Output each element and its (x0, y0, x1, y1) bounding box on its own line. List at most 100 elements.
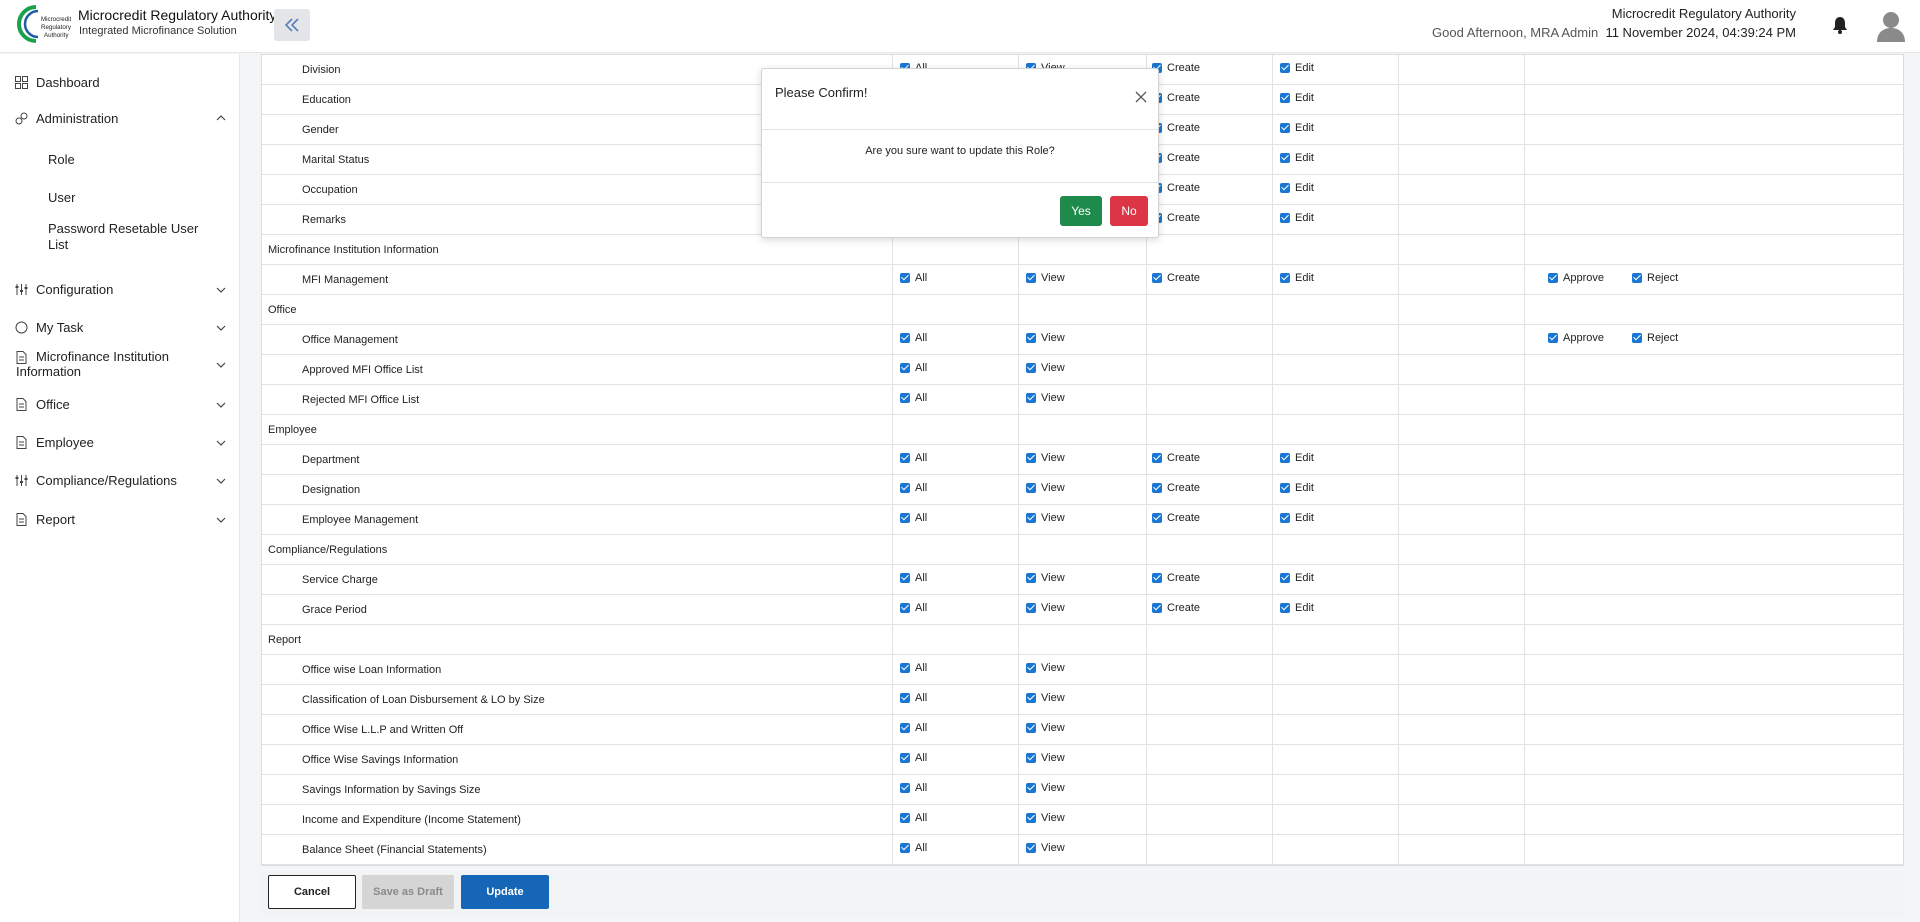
permission-edit-checkbox[interactable]: Edit (1280, 122, 1314, 134)
permission-view-checkbox[interactable]: View (1026, 272, 1065, 284)
permission-edit-checkbox[interactable]: Edit (1280, 512, 1314, 524)
checkbox-checked-icon (900, 783, 910, 793)
permission-view-checkbox[interactable]: View (1026, 692, 1065, 704)
sidebar-item-report[interactable]: Report (0, 511, 240, 527)
permission-all-checkbox[interactable]: All (900, 362, 927, 374)
permission-view-checkbox[interactable]: View (1026, 572, 1065, 584)
user-avatar-icon[interactable] (1876, 10, 1906, 42)
permission-all-checkbox[interactable]: All (900, 782, 927, 794)
permission-edit-checkbox[interactable]: Edit (1280, 482, 1314, 494)
table-cell-divider (1272, 385, 1273, 415)
sidebar-subitem-password-resetable-user-list[interactable]: Password Resetable User List (48, 221, 208, 253)
table-cell-divider (1524, 265, 1525, 295)
sidebar-item-my-task[interactable]: My Task (0, 319, 240, 335)
permission-edit-checkbox[interactable]: Edit (1280, 572, 1314, 584)
permission-create-checkbox[interactable]: Create (1152, 92, 1200, 104)
permission-view-checkbox[interactable]: View (1026, 332, 1065, 344)
sidebar-item-label: Employee (36, 434, 94, 450)
permission-create-checkbox[interactable]: Create (1152, 152, 1200, 164)
sidebar-item-compliance-regulations[interactable]: Compliance/Regulations (0, 472, 240, 488)
permission-all-checkbox[interactable]: All (900, 572, 927, 584)
sidebar-item-administration[interactable]: Administration (0, 110, 240, 126)
permission-all-checkbox[interactable]: All (900, 812, 927, 824)
permission-all-checkbox[interactable]: All (900, 452, 927, 464)
sidebar-subitem-user[interactable]: User (48, 190, 75, 206)
permission-edit-checkbox[interactable]: Edit (1280, 602, 1314, 614)
table-cell-divider (1018, 385, 1019, 415)
permission-reject-checkbox[interactable]: Reject (1632, 332, 1678, 344)
permission-view-checkbox[interactable]: View (1026, 662, 1065, 674)
permission-label: All (915, 692, 928, 704)
permission-edit-checkbox[interactable]: Edit (1280, 182, 1314, 194)
sidebar-subitem-role[interactable]: Role (48, 152, 75, 168)
permission-view-checkbox[interactable]: View (1026, 812, 1065, 824)
table-cell-divider (892, 655, 893, 685)
permission-view-checkbox[interactable]: View (1026, 362, 1065, 374)
sidebar-item-employee[interactable]: Employee (0, 434, 240, 450)
update-button[interactable]: Update (461, 875, 549, 909)
sidebar-item-dashboard[interactable]: Dashboard (0, 74, 240, 90)
permission-edit-checkbox[interactable]: Edit (1280, 452, 1314, 464)
permission-all-checkbox[interactable]: All (900, 512, 927, 524)
permission-label: Create (1167, 182, 1201, 194)
permission-all-checkbox[interactable]: All (900, 692, 927, 704)
permission-approve-checkbox[interactable]: Approve (1548, 272, 1604, 284)
table-cell-divider (1524, 85, 1525, 115)
permission-view-checkbox[interactable]: View (1026, 752, 1065, 764)
permission-all-checkbox[interactable]: All (900, 332, 927, 344)
module-label: Balance Sheet (Financial Statements) (302, 844, 487, 856)
confirm-yes-button[interactable]: Yes (1060, 196, 1102, 226)
permission-all-checkbox[interactable]: All (900, 602, 927, 614)
save-as-draft-button[interactable]: Save as Draft (362, 875, 454, 909)
permission-edit-checkbox[interactable]: Edit (1280, 272, 1314, 284)
permission-label: Edit (1295, 182, 1314, 194)
permission-create-checkbox[interactable]: Create (1152, 122, 1200, 134)
permission-reject-checkbox[interactable]: Reject (1632, 272, 1678, 284)
permission-create-checkbox[interactable]: Create (1152, 572, 1200, 584)
permission-view-checkbox[interactable]: View (1026, 512, 1065, 524)
permission-all-checkbox[interactable]: All (900, 842, 927, 854)
permission-view-checkbox[interactable]: View (1026, 482, 1065, 494)
permission-all-checkbox[interactable]: All (900, 392, 927, 404)
permission-view-checkbox[interactable]: View (1026, 392, 1065, 404)
permission-approve-checkbox[interactable]: Approve (1548, 332, 1604, 344)
permission-view-checkbox[interactable]: View (1026, 842, 1065, 854)
permission-create-checkbox[interactable]: Create (1152, 62, 1200, 74)
permission-all-checkbox[interactable]: All (900, 752, 927, 764)
table-cell-divider (1272, 715, 1273, 745)
permission-all-checkbox[interactable]: All (900, 722, 927, 734)
permission-view-checkbox[interactable]: View (1026, 602, 1065, 614)
permission-create-checkbox[interactable]: Create (1152, 272, 1200, 284)
permission-all-checkbox[interactable]: All (900, 482, 927, 494)
module-label: Designation (302, 484, 361, 496)
permission-edit-checkbox[interactable]: Edit (1280, 62, 1314, 74)
permission-label: All (915, 482, 928, 494)
permission-label: Approve (1563, 332, 1604, 344)
sidebar-item-configuration[interactable]: Configuration (0, 281, 240, 297)
cancel-button[interactable]: Cancel (268, 875, 356, 909)
permission-create-checkbox[interactable]: Create (1152, 602, 1200, 614)
collapse-sidebar-button[interactable] (274, 9, 310, 41)
table-cell-divider (1018, 835, 1019, 865)
checkbox-checked-icon (1152, 603, 1162, 613)
table-cell-divider (1398, 265, 1399, 295)
sidebar-item-office[interactable]: Office (0, 396, 240, 412)
permission-all-checkbox[interactable]: All (900, 662, 927, 674)
permission-view-checkbox[interactable]: View (1026, 452, 1065, 464)
permission-all-checkbox[interactable]: All (900, 272, 927, 284)
permission-view-checkbox[interactable]: View (1026, 722, 1065, 734)
notification-bell-icon[interactable] (1832, 16, 1848, 34)
permission-create-checkbox[interactable]: Create (1152, 182, 1200, 194)
permission-edit-checkbox[interactable]: Edit (1280, 152, 1314, 164)
permission-create-checkbox[interactable]: Create (1152, 212, 1200, 224)
app-title: Microcredit Regulatory Authority (78, 7, 277, 23)
permission-edit-checkbox[interactable]: Edit (1280, 92, 1314, 104)
permission-edit-checkbox[interactable]: Edit (1280, 212, 1314, 224)
confirm-no-button[interactable]: No (1110, 196, 1148, 226)
permission-view-checkbox[interactable]: View (1026, 782, 1065, 794)
sidebar-item-microfinance-institution-information[interactable]: Microfinance Institution Information (0, 349, 240, 381)
permission-create-checkbox[interactable]: Create (1152, 482, 1200, 494)
permission-create-checkbox[interactable]: Create (1152, 452, 1200, 464)
close-icon[interactable] (1134, 90, 1148, 104)
permission-create-checkbox[interactable]: Create (1152, 512, 1200, 524)
